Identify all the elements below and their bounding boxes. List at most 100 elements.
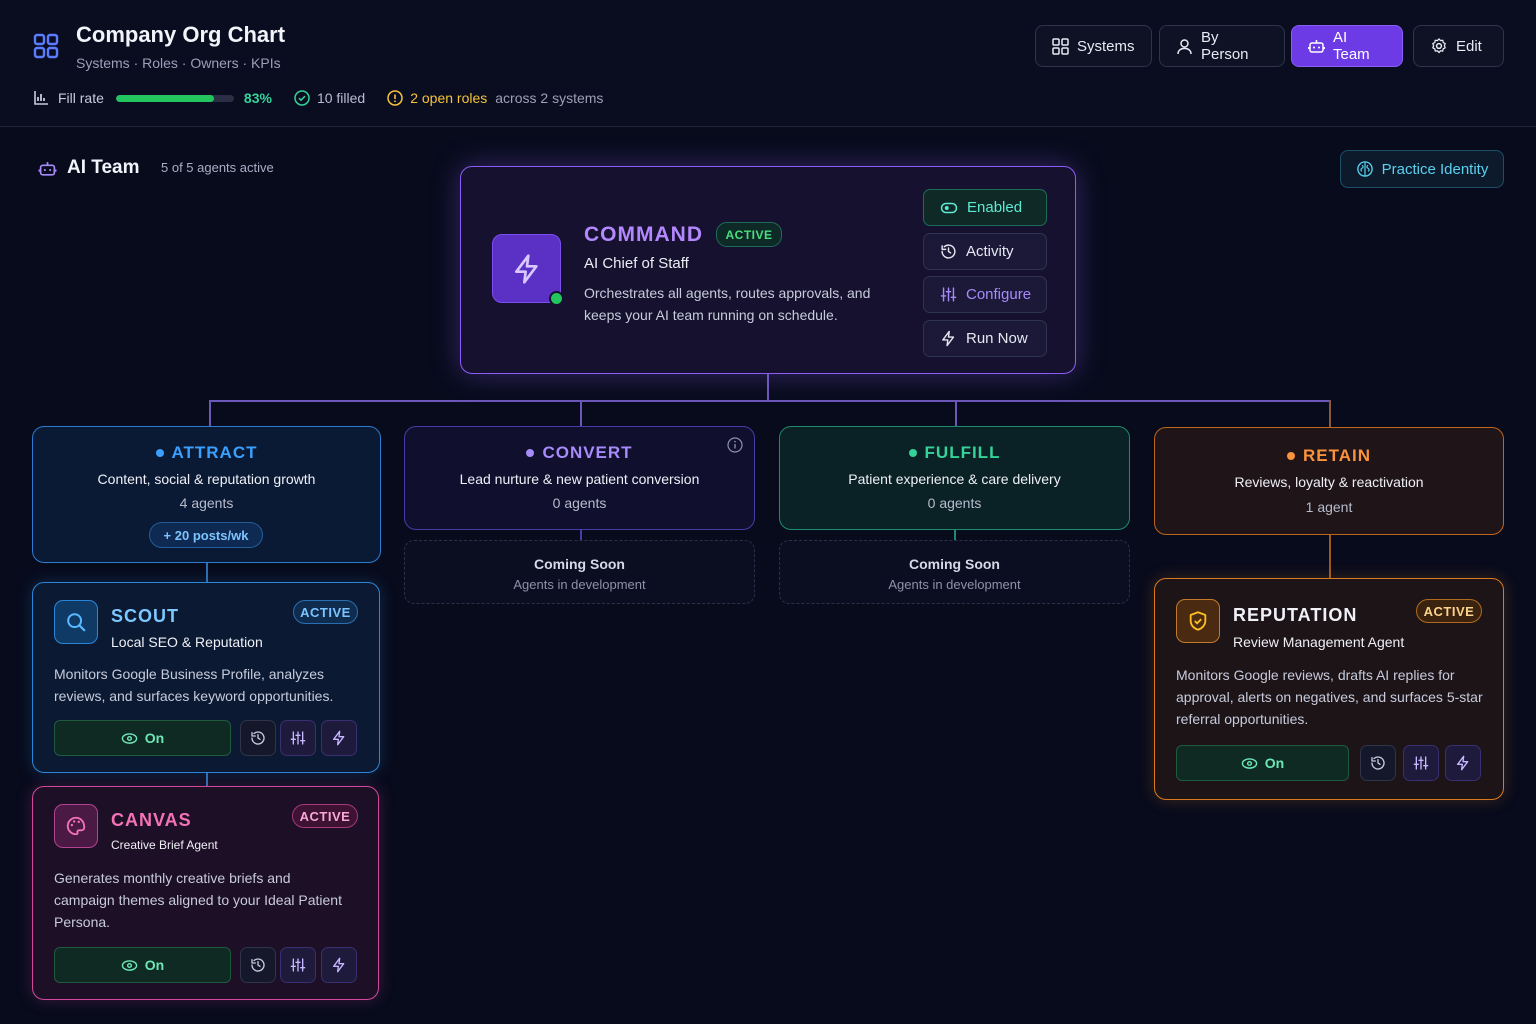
activity-button[interactable]: Activity (923, 233, 1047, 270)
fill-rate-row: Fill rate 83% 10 filled 2 open roles acr… (33, 88, 603, 108)
fill-rate-bar-fill (115, 94, 214, 102)
section-title: AI Team (67, 157, 140, 178)
gear-icon (1430, 37, 1448, 55)
agents-active-count: 5 of 5 agents active (161, 160, 274, 175)
connector-line (580, 400, 582, 426)
user-icon (1176, 38, 1193, 55)
nav-by-person-button[interactable]: By Person (1159, 25, 1285, 67)
coming-soon-placeholder: Coming Soon Agents in development (404, 540, 755, 604)
reputation-agent-card: REPUTATION ACTIVE Review Management Agen… (1154, 578, 1504, 800)
history-icon (940, 243, 957, 260)
info-icon[interactable] (727, 437, 743, 453)
nav-systems-button[interactable]: Systems (1035, 25, 1152, 67)
agent-on-label: On (1264, 755, 1285, 771)
lightning-icon (940, 330, 957, 347)
agent-run-button[interactable] (1445, 745, 1481, 781)
command-agent-description: Orchestrates all agents, routes approval… (584, 285, 871, 323)
canvas-agent-card: CANVAS ACTIVE Creative Brief Agent Gener… (32, 786, 379, 1000)
connector-line (767, 374, 769, 402)
configure-label: Configure (966, 286, 1032, 303)
agent-description: Generates monthly creative briefs and ca… (54, 870, 342, 930)
category-agent-count: 0 agents (927, 495, 982, 511)
enabled-toggle-button[interactable]: Enabled (923, 189, 1047, 226)
agent-configure-button[interactable] (280, 720, 316, 756)
category-card-convert[interactable]: CONVERT Lead nurture & new patient conve… (404, 426, 755, 530)
eye-icon (121, 730, 138, 747)
fill-rate-label: Fill rate (58, 90, 104, 106)
alert-circle-icon (387, 90, 403, 106)
lightning-icon (1455, 755, 1471, 771)
category-dot (1286, 452, 1295, 460)
app-header: Company Org Chart Systems · Roles · Owne… (0, 0, 1536, 127)
lightning-icon (331, 730, 347, 746)
sliders-icon (940, 286, 957, 303)
run-now-button[interactable]: Run Now (923, 320, 1047, 357)
configure-button[interactable]: Configure (923, 276, 1047, 313)
practice-identity-button[interactable]: Practice Identity (1340, 150, 1504, 188)
enabled-label: Enabled (967, 199, 1023, 216)
agent-configure-button[interactable] (280, 947, 316, 983)
connector-line (206, 773, 208, 786)
category-agent-count: 4 agents (179, 495, 234, 511)
connector-line (206, 563, 208, 582)
category-name: FULFILL (780, 443, 1129, 463)
category-dot (526, 449, 535, 457)
agent-history-button[interactable] (240, 720, 276, 756)
category-name: CONVERT (405, 443, 754, 463)
agent-history-button[interactable] (240, 947, 276, 983)
category-description: Lead nurture & new patient conversion (459, 471, 700, 487)
agent-on-toggle[interactable]: On (1176, 745, 1349, 781)
grid-icon (1052, 37, 1069, 55)
eye-icon (121, 957, 138, 974)
agent-on-toggle[interactable]: On (54, 720, 231, 756)
kpi-posts-badge: + 20 posts/wk (149, 522, 263, 548)
open-roles-link[interactable]: 2 open roles (410, 90, 487, 106)
nav-ai-team-button[interactable]: AI Team (1291, 25, 1403, 67)
history-icon (1370, 755, 1386, 771)
sliders-icon (290, 957, 306, 973)
category-name-text: FULFILL (924, 443, 1001, 462)
activity-label: Activity (966, 243, 1014, 260)
page-subtitle: Systems · Roles · Owners · KPIs (76, 55, 281, 71)
agent-on-label: On (144, 730, 165, 746)
agent-run-button[interactable] (321, 720, 357, 756)
connector-line (209, 400, 1331, 402)
scout-agent-card: SCOUT ACTIVE Local SEO & Reputation Moni… (32, 582, 380, 773)
connector-line (955, 400, 957, 426)
run-now-label: Run Now (966, 330, 1028, 347)
category-name: RETAIN (1155, 446, 1503, 466)
edit-button[interactable]: Edit (1413, 25, 1504, 67)
category-description: Reviews, loyalty & reactivation (1234, 474, 1424, 490)
category-description: Patient experience & care delivery (848, 471, 1061, 487)
agent-status-badge: ACTIVE (1416, 599, 1482, 623)
category-card-fulfill[interactable]: FULFILL Patient experience & care delive… (779, 426, 1130, 530)
agent-configure-button[interactable] (1403, 745, 1439, 781)
shield-check-icon (1176, 599, 1220, 643)
search-icon (54, 600, 98, 644)
coming-soon-subtitle: Agents in development (888, 577, 1021, 592)
lightning-icon (331, 957, 347, 973)
agent-role: Local SEO & Reputation (111, 634, 263, 650)
coming-soon-title: Coming Soon (909, 556, 1000, 572)
command-agent-name: COMMAND (584, 223, 703, 246)
agent-name: SCOUT (111, 606, 179, 626)
filled-count: 10 filled (316, 90, 366, 106)
category-name-text: RETAIN (1302, 446, 1371, 465)
category-card-retain[interactable]: RETAIN Reviews, loyalty & reactivation 1… (1154, 427, 1504, 535)
agent-name: CANVAS (111, 810, 192, 830)
connector-line (1329, 535, 1331, 578)
category-agent-count: 1 agent (1305, 499, 1353, 515)
bot-icon (38, 160, 57, 178)
brain-icon (1356, 160, 1374, 178)
fill-rate-bar (115, 94, 234, 102)
category-agent-count: 0 agents (552, 495, 607, 511)
category-name-text: CONVERT (542, 443, 633, 462)
toggle-icon (940, 199, 958, 217)
agent-on-toggle[interactable]: On (54, 947, 231, 983)
command-agent-role: AI Chief of Staff (584, 255, 689, 272)
category-name: ATTRACT (33, 443, 380, 463)
agent-run-button[interactable] (321, 947, 357, 983)
agent-history-button[interactable] (1360, 745, 1396, 781)
connector-line (580, 530, 582, 540)
history-icon (250, 730, 266, 746)
